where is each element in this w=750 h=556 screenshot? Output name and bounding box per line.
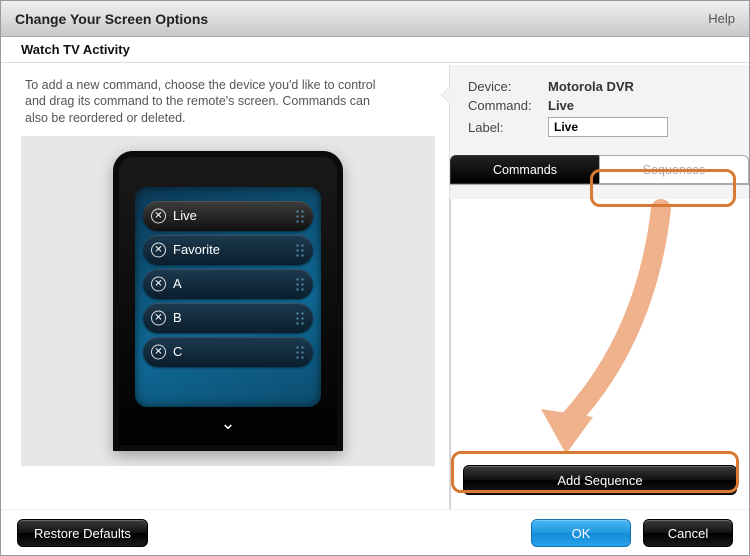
delete-icon[interactable]: ✕ [151,242,166,257]
tab-panel: Add Sequence [450,199,749,509]
drag-handle-icon[interactable] [295,345,305,359]
title-bar: Change Your Screen Options Help [1,1,749,37]
footer-right-buttons: OK Cancel [531,519,733,547]
delete-icon[interactable]: ✕ [151,310,166,325]
device-value: Motorola DVR [548,79,634,94]
right-pane: Device: Motorola DVR Command: Live Label… [449,65,749,509]
window-title: Change Your Screen Options [15,11,208,27]
command-label: Command: [468,98,548,113]
ok-button[interactable]: OK [531,519,631,547]
remote-item-label: Live [173,208,197,223]
activity-subtitle: Watch TV Activity [1,37,749,63]
delete-icon[interactable]: ✕ [151,208,166,223]
device-label: Device: [468,79,548,94]
remote-item-1[interactable]: ✕ Favorite [143,235,313,265]
chevron-down-icon: ⌄ [220,413,235,433]
drag-handle-icon[interactable] [295,209,305,223]
drag-handle-icon[interactable] [295,311,305,325]
scroll-down-icon[interactable]: ⌄ [113,407,343,434]
remote-item-label: C [173,344,182,359]
drag-handle-icon[interactable] [295,243,305,257]
label-input[interactable] [548,117,668,137]
remote-preview: ✕ Live ✕ Favorite ✕ A [21,136,435,466]
dialog-window: Change Your Screen Options Help Watch TV… [0,0,750,556]
label-label: Label: [468,120,548,135]
instructions-text: To add a new command, choose the device … [19,73,399,136]
remote-item-3[interactable]: ✕ B [143,303,313,333]
left-pane: To add a new command, choose the device … [1,65,449,509]
remote-item-2[interactable]: ✕ A [143,269,313,299]
cancel-button[interactable]: Cancel [643,519,733,547]
remote-item-4[interactable]: ✕ C [143,337,313,367]
content-area: To add a new command, choose the device … [1,65,749,509]
tabs: Commands Sequences [450,155,749,185]
details-fields: Device: Motorola DVR Command: Live Label… [450,65,749,147]
field-label: Label: [468,117,735,137]
remote-body: ✕ Live ✕ Favorite ✕ A [113,151,343,451]
delete-icon[interactable]: ✕ [151,344,166,359]
tab-commands[interactable]: Commands [450,155,599,184]
delete-icon[interactable]: ✕ [151,276,166,291]
field-command: Command: Live [468,98,735,113]
pane-notch [442,87,450,103]
remote-item-label: B [173,310,182,325]
remote-item-label: A [173,276,182,291]
restore-defaults-button[interactable]: Restore Defaults [17,519,148,547]
tab-sequences[interactable]: Sequences [599,155,749,184]
remote-screen[interactable]: ✕ Live ✕ Favorite ✕ A [135,187,321,407]
remote-item-0[interactable]: ✕ Live [143,201,313,231]
footer: Restore Defaults OK Cancel [1,509,749,555]
field-device: Device: Motorola DVR [468,79,735,94]
drag-handle-icon[interactable] [295,277,305,291]
help-link[interactable]: Help [708,11,735,26]
command-value: Live [548,98,574,113]
remote-item-label: Favorite [173,242,220,257]
add-sequence-button[interactable]: Add Sequence [463,465,737,495]
